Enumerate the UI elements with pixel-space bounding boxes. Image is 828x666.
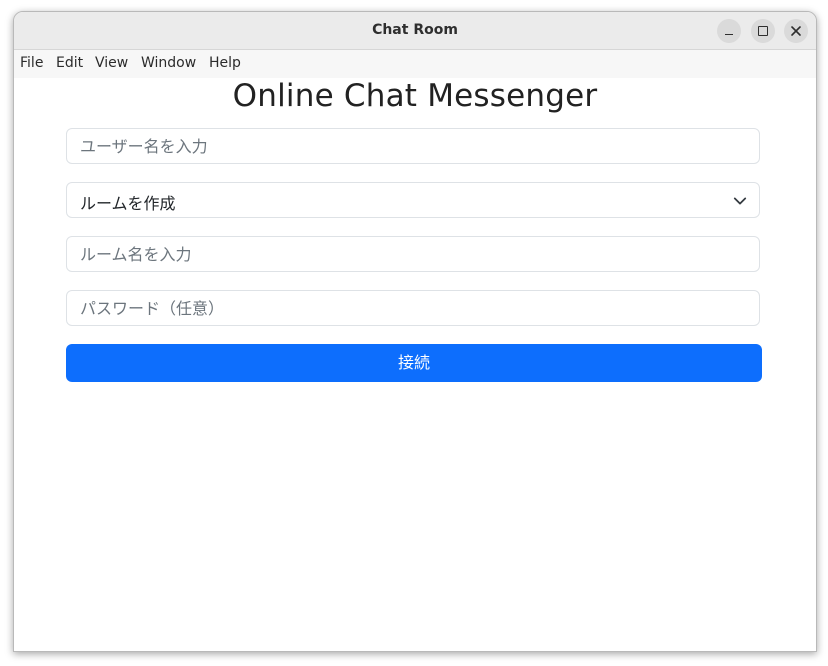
username-input[interactable] — [66, 128, 760, 164]
window-title: Chat Room — [372, 22, 458, 38]
menu-window[interactable]: Window — [141, 55, 196, 71]
title-bar[interactable]: Chat Room — [14, 12, 816, 50]
main-content: Online Chat Messenger ルームを作成 接続 — [14, 78, 816, 651]
password-input[interactable] — [66, 290, 760, 326]
close-icon — [791, 26, 801, 36]
close-button[interactable] — [784, 19, 808, 43]
app-window: Chat Room File Edit View Window Help Onl… — [13, 11, 817, 652]
menu-edit[interactable]: Edit — [56, 55, 83, 71]
room-action-selected: ルームを作成 — [80, 194, 176, 213]
maximize-icon — [758, 26, 768, 36]
chevron-down-icon — [733, 197, 747, 205]
desktop: Chat Room File Edit View Window Help Onl… — [0, 0, 828, 666]
menu-bar: File Edit View Window Help — [14, 50, 816, 78]
maximize-button[interactable] — [751, 19, 775, 43]
room-name-input[interactable] — [66, 236, 760, 272]
menu-file[interactable]: File — [20, 55, 43, 71]
menu-help[interactable]: Help — [209, 55, 241, 71]
minimize-button[interactable] — [717, 19, 741, 43]
connect-button[interactable]: 接続 — [66, 344, 762, 382]
room-action-select[interactable]: ルームを作成 — [66, 182, 760, 218]
menu-view[interactable]: View — [95, 55, 128, 71]
minimize-icon — [725, 34, 733, 35]
page-title: Online Chat Messenger — [232, 78, 598, 114]
